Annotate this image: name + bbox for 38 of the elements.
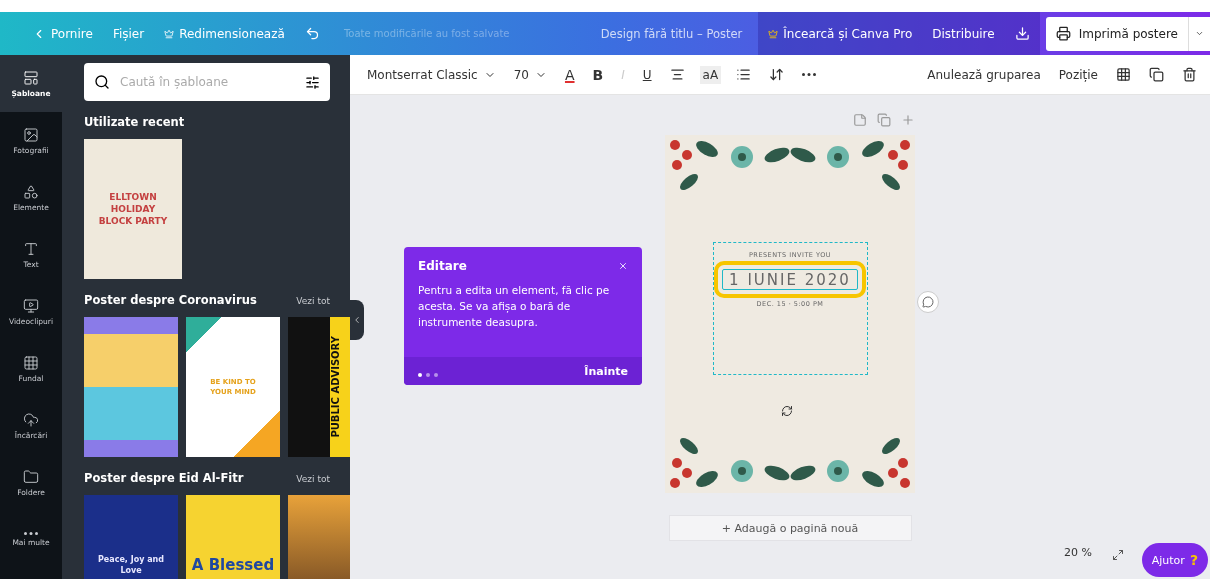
case-button[interactable]: aA (699, 65, 722, 84)
search-bar[interactable]: Caută în șabloane (84, 63, 330, 101)
next-button[interactable]: Înainte (584, 364, 628, 378)
thumbnail-text: PUBLIC ADVISORY (329, 336, 341, 438)
thumbnail-text: ELLTOWN (109, 192, 157, 202)
ungroup-button[interactable]: Anulează gruparea (924, 65, 1044, 84)
font-dropdown[interactable]: Montserrat Classic (364, 65, 499, 84)
underline-button[interactable]: U (639, 65, 655, 84)
add-page-button[interactable]: + Adaugă o pagină nouă (668, 515, 912, 541)
zoom-level[interactable]: 20 % (1064, 546, 1092, 559)
bold-button[interactable]: B (589, 64, 607, 85)
poster-date: 1 IUNIE 2020 (729, 270, 851, 289)
help-mark: ? (1189, 552, 1198, 568)
thumbnail-text: Peace, Joy and (98, 555, 164, 564)
template-thumbnail[interactable]: PUBLIC ADVISORY (288, 317, 350, 457)
template-thumbnail[interactable]: ELLTOWN HOLIDAY BLOCK PARTY (84, 139, 182, 279)
tooltip-title: Editare (418, 259, 467, 273)
share-button[interactable]: Distribuire (922, 12, 1005, 55)
template-thumbnail[interactable]: Peace, Joy and Love (84, 495, 178, 579)
section-title: Poster despre Coronavirus (84, 293, 257, 307)
thumbnail-text: A Blessed (191, 556, 275, 574)
design-title: Design fără titlu – Poster (600, 26, 743, 41)
font-size-dropdown[interactable]: 70 (510, 65, 550, 84)
tooltip-body: Pentru a edita un element, fă clic pe acesta. Se va afișa o bară de instrumente deasupra. (418, 283, 611, 330)
section-title: Utilizate recent (84, 115, 185, 129)
section-title: Poster despre Eid Al-Fitr (84, 471, 244, 485)
color-button[interactable]: A (561, 64, 578, 85)
thumbnail-text: BLOCK PARTY (98, 216, 168, 226)
save-status: Toate modificările au fost salvate (343, 28, 510, 39)
help-button[interactable]: Ajutor ? (1141, 543, 1208, 577)
thumbnail-text: Love (120, 566, 142, 575)
print-button[interactable]: Imprimă postere (1045, 16, 1188, 51)
thumbnail-text: HOLIDAY (110, 204, 156, 214)
see-all-link[interactable]: Vezi tot (296, 474, 330, 484)
template-thumbnail[interactable]: A Blessed (186, 495, 280, 579)
try-pro-button[interactable]: Încearcă și Canva Pro (758, 12, 923, 55)
position-button[interactable]: Poziție (1055, 65, 1101, 84)
see-all-link[interactable]: Vezi tot (296, 296, 330, 306)
